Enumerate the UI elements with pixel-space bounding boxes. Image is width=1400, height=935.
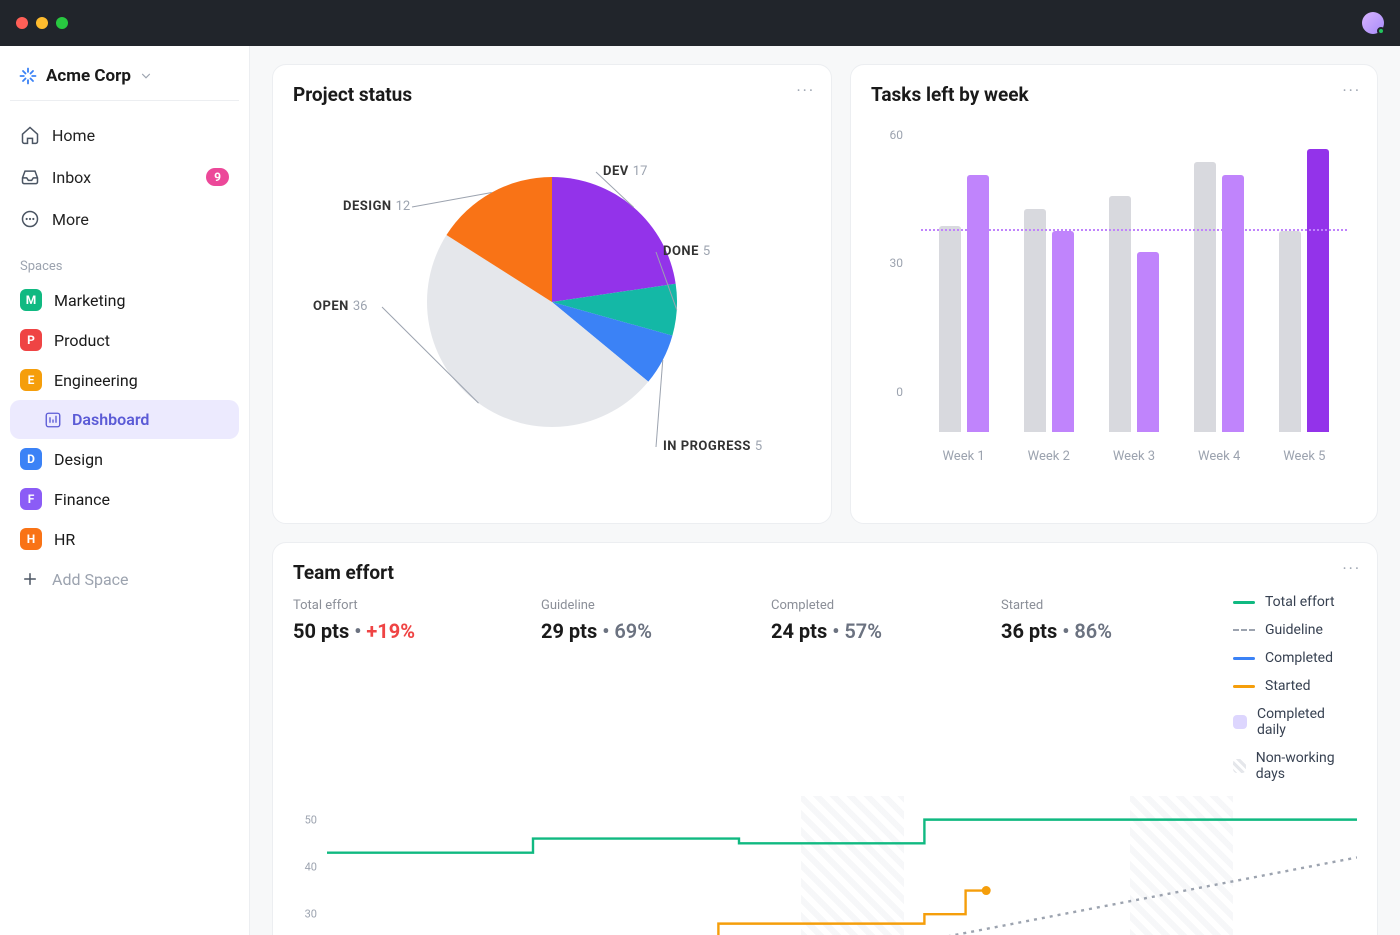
add-space-label: Add Space bbox=[52, 570, 129, 589]
nav-inbox[interactable]: Inbox 9 bbox=[10, 157, 239, 197]
card-menu-project-status[interactable]: ··· bbox=[796, 81, 815, 100]
sidebar: Acme Corp Home Inbox 9 More bbox=[0, 46, 250, 935]
nav-more[interactable]: More bbox=[10, 199, 239, 239]
pie-label-done: DONE5 bbox=[663, 244, 710, 259]
spaces-heading: Spaces bbox=[10, 245, 239, 280]
sidebar-space-hr[interactable]: H HR bbox=[10, 519, 239, 559]
sidebar-space-finance[interactable]: F Finance bbox=[10, 479, 239, 519]
card-title-team-effort: Team effort bbox=[293, 561, 1357, 584]
minimize-window-icon[interactable] bbox=[36, 17, 48, 29]
sidebar-space-marketing[interactable]: M Marketing bbox=[10, 280, 239, 320]
bar-group-week-5 bbox=[1279, 149, 1329, 432]
home-icon bbox=[20, 125, 40, 145]
bar bbox=[1109, 196, 1131, 432]
line-total-effort bbox=[327, 820, 1357, 853]
space-label: Design bbox=[54, 450, 103, 469]
org-name: Acme Corp bbox=[46, 66, 131, 86]
nav-home-label: Home bbox=[52, 126, 95, 145]
dashboard-icon bbox=[44, 411, 62, 429]
space-label: HR bbox=[54, 530, 75, 549]
bar bbox=[1024, 209, 1046, 432]
nav-more-label: More bbox=[52, 210, 89, 229]
space-label: Marketing bbox=[54, 291, 125, 310]
bar-group-week-4 bbox=[1194, 162, 1244, 432]
card-title-project-status: Project status bbox=[293, 83, 811, 106]
space-label: Finance bbox=[54, 490, 110, 509]
bar bbox=[1194, 162, 1216, 432]
main-content: Project status ··· DEV17 DONE5 IN PROGRESS… bbox=[250, 46, 1400, 935]
space-chip-icon: F bbox=[20, 488, 42, 510]
bar bbox=[1052, 231, 1074, 432]
space-chip-icon: M bbox=[20, 289, 42, 311]
metric-total-effort: Total effort 50 pts • +19% bbox=[293, 594, 523, 782]
space-chip-icon: D bbox=[20, 448, 42, 470]
sidebar-space-product[interactable]: P Product bbox=[10, 320, 239, 360]
pie-label-in-progress: IN PROGRESS5 bbox=[663, 439, 762, 454]
nav-home[interactable]: Home bbox=[10, 115, 239, 155]
add-space-button[interactable]: Add Space bbox=[10, 559, 239, 599]
bar bbox=[1279, 231, 1301, 432]
bar-group-week-1 bbox=[939, 175, 989, 432]
window-controls bbox=[16, 17, 68, 29]
bar bbox=[939, 226, 961, 432]
card-menu-tasks-left[interactable]: ··· bbox=[1342, 81, 1361, 100]
bar bbox=[1137, 252, 1159, 432]
team-effort-legend: Total effort Guideline Completed Started… bbox=[1213, 594, 1357, 782]
sidebar-subitem-dashboard[interactable]: Dashboard bbox=[10, 400, 239, 439]
bar bbox=[1222, 175, 1244, 432]
inbox-icon bbox=[20, 167, 40, 187]
bar-group-week-2 bbox=[1024, 209, 1074, 432]
more-icon bbox=[20, 209, 40, 229]
pie-label-dev: DEV17 bbox=[603, 164, 647, 179]
org-switcher[interactable]: Acme Corp bbox=[10, 58, 239, 101]
space-label: Product bbox=[54, 331, 110, 350]
avatar[interactable] bbox=[1362, 12, 1384, 34]
card-title-tasks-left: Tasks left by week bbox=[871, 83, 1357, 106]
card-team-effort: Team effort ··· Total effort 50 pts • +1… bbox=[272, 542, 1378, 935]
chevron-down-icon bbox=[139, 69, 153, 83]
space-label: Engineering bbox=[54, 371, 138, 390]
space-chip-icon: P bbox=[20, 329, 42, 351]
bar-group-week-3 bbox=[1109, 196, 1159, 432]
bar bbox=[1307, 149, 1329, 432]
nav-inbox-label: Inbox bbox=[52, 168, 91, 187]
sidebar-space-engineering[interactable]: E Engineering bbox=[10, 360, 239, 400]
close-window-icon[interactable] bbox=[16, 17, 28, 29]
pie-label-design: DESIGN12 bbox=[343, 199, 410, 214]
window-titlebar bbox=[0, 0, 1400, 46]
card-menu-team-effort[interactable]: ··· bbox=[1342, 559, 1361, 578]
inbox-badge: 9 bbox=[206, 168, 229, 186]
plus-icon bbox=[20, 569, 40, 589]
space-chip-icon: E bbox=[20, 369, 42, 391]
card-tasks-left: Tasks left by week ··· 03060 Week 1Week … bbox=[850, 64, 1378, 524]
card-project-status: Project status ··· DEV17 DONE5 IN PROGRESS… bbox=[272, 64, 832, 524]
metric-guideline: Guideline 29 pts • 69% bbox=[523, 594, 753, 782]
metric-completed: Completed 24 pts • 57% bbox=[753, 594, 983, 782]
maximize-window-icon[interactable] bbox=[56, 17, 68, 29]
line-started bbox=[554, 891, 987, 935]
pie-label-open: OPEN36 bbox=[313, 299, 367, 314]
org-logo-icon bbox=[18, 66, 38, 86]
space-chip-icon: H bbox=[20, 528, 42, 550]
sidebar-space-design[interactable]: D Design bbox=[10, 439, 239, 479]
reference-line bbox=[921, 229, 1347, 231]
metric-started: Started 36 pts • 86% bbox=[983, 594, 1213, 782]
bar bbox=[967, 175, 989, 432]
